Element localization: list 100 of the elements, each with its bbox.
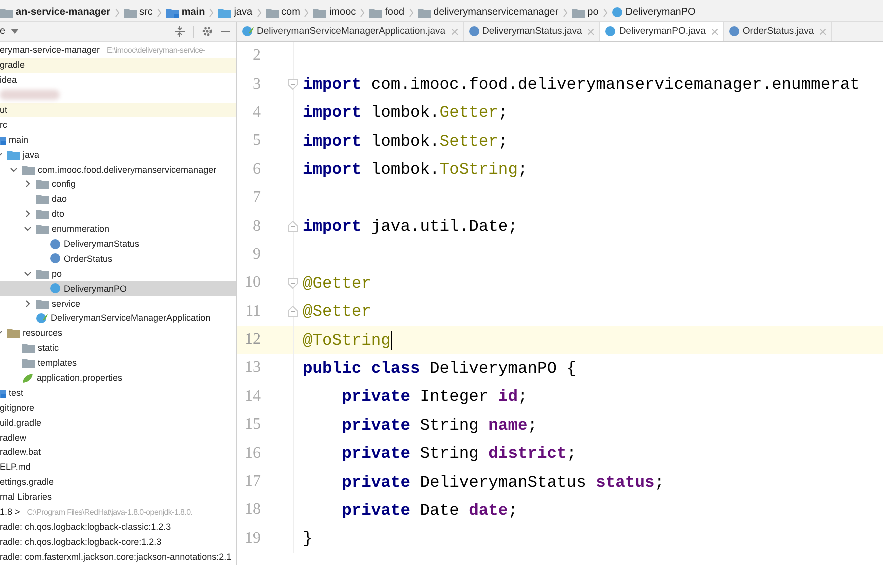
- tree-item[interactable]: 1.8 > C:\Program Files\RedHat\java-1.8.0-openjdk-1.8.0.: [0, 504, 236, 520]
- line-number: 14: [244, 388, 261, 406]
- class-icon: [50, 283, 61, 294]
- tree-item[interactable]: po: [0, 266, 236, 282]
- fold-marker-icon[interactable]: [288, 306, 298, 318]
- tree-item-label: com.imooc.food.deliverymanservicemanager: [38, 164, 217, 175]
- tree-item-label: application.properties: [37, 373, 123, 384]
- tree-item[interactable]: config: [0, 177, 236, 192]
- line-number: 11: [244, 302, 261, 321]
- folder-icon: [22, 358, 35, 368]
- tree-item[interactable]: uild.gradle: [0, 415, 236, 430]
- code-line: @Setter: [303, 302, 372, 322]
- class-icon: [612, 7, 623, 18]
- tree-item[interactable]: radle: ch.qos.logback:logback-core:1.2.3: [0, 534, 236, 550]
- collapse-icon[interactable]: [175, 26, 185, 37]
- tree-item[interactable]: com.imooc.food.deliverymanservicemanager: [0, 162, 236, 178]
- tree-item[interactable]: radle: ch.qos.logback:logback-classic:1.2.3: [0, 520, 236, 534]
- tree-item[interactable]: main: [0, 132, 236, 148]
- settings-icon[interactable]: [202, 26, 213, 37]
- tree-item-label: dto: [52, 209, 65, 220]
- tree-item[interactable]: rc: [0, 117, 236, 132]
- fold-marker-icon[interactable]: [288, 278, 298, 289]
- tree-item[interactable]: gradle: [0, 58, 236, 73]
- line-number: 4: [252, 104, 261, 122]
- breadcrumb-item[interactable]: java: [234, 7, 253, 18]
- tree-item[interactable]: DeliverymanStatus: [0, 236, 236, 252]
- tree-item[interactable]: static: [0, 340, 236, 356]
- breadcrumb-item[interactable]: po: [588, 7, 599, 18]
- folder-icon: [22, 343, 35, 354]
- line-number: 8: [252, 218, 261, 236]
- breadcrumb-item[interactable]: deliverymanservicemanager: [434, 7, 559, 18]
- line-number: 3: [252, 76, 261, 94]
- folder-icon: [22, 164, 35, 175]
- tree-item-label: dao: [52, 194, 68, 204]
- tree-item[interactable]: dto: [0, 206, 236, 222]
- tree-item[interactable]: service: [0, 296, 236, 312]
- line-number: 5: [252, 132, 261, 150]
- tree-item[interactable]: eryman-service-manager E:\imooc\deliveryman-service-: [0, 43, 236, 58]
- line-number: 16: [244, 444, 261, 463]
- tree-item[interactable]: templates: [0, 356, 236, 371]
- breadcrumb-item[interactable]: com: [282, 7, 300, 18]
- minimize-icon[interactable]: [221, 30, 230, 33]
- tree-item[interactable]: java: [0, 147, 236, 162]
- chevron-icon: [304, 8, 310, 18]
- editor-tab[interactable]: DeliverymanPO.java: [600, 22, 724, 41]
- tree-item[interactable]: idea: [0, 72, 236, 88]
- tree-item[interactable]: application.properties: [0, 370, 236, 386]
- breadcrumb-item[interactable]: an-service-manager: [16, 7, 110, 18]
- caret-icon[interactable]: [10, 28, 19, 34]
- tree-item[interactable]: ettings.gradle: [0, 474, 236, 490]
- enum-icon: [50, 253, 61, 264]
- panel-title[interactable]: e: [0, 26, 6, 37]
- tree-item[interactable]: dao: [0, 192, 236, 207]
- tree-item[interactable]: radlew: [0, 430, 236, 446]
- tree-item[interactable]: DeliverymanServiceManagerApplication: [0, 311, 236, 326]
- tree-item-label: OrderStatus: [64, 254, 113, 264]
- breadcrumb-item[interactable]: main: [182, 7, 206, 18]
- code-line: private Integer id;: [341, 387, 528, 406]
- editor-tab[interactable]: OrderStatus.java: [724, 22, 832, 41]
- chevron-icon: [408, 8, 414, 18]
- tree-item-label: enummeration: [52, 224, 110, 234]
- fold-marker-icon[interactable]: [288, 79, 298, 90]
- tree-item-label: ut: [0, 105, 8, 115]
- folder-icon: [7, 328, 20, 338]
- tree-item-label: DeliverymanStatus: [64, 239, 140, 250]
- tree-item[interactable]: ut: [0, 102, 236, 118]
- fold-marker-icon[interactable]: [288, 221, 298, 232]
- breadcrumb-item[interactable]: imooc: [329, 7, 356, 18]
- line-number: 6: [252, 160, 261, 179]
- breadcrumb-item[interactable]: src: [140, 7, 153, 18]
- class-icon: [605, 26, 616, 37]
- folder-icon: [369, 8, 382, 18]
- tree-item[interactable]: ELP.md: [0, 460, 236, 475]
- tree-item[interactable]: enummeration: [0, 222, 236, 237]
- tree-item[interactable]: radlew.bat: [0, 445, 236, 460]
- blurred-area: [0, 90, 60, 100]
- tree-item[interactable]: test: [0, 385, 236, 400]
- chevron-icon: [360, 8, 366, 18]
- tree-item[interactable]: rnal Libraries: [0, 490, 236, 505]
- tree-item-label: radlew: [0, 432, 27, 443]
- tree-item-label: DeliverymanServiceManagerApplication: [51, 313, 211, 324]
- tree-item-label: ettings.gradle: [0, 477, 54, 488]
- line-number: 17: [244, 473, 261, 492]
- tree-item[interactable]: gitignore: [0, 400, 236, 416]
- enum-icon: [468, 26, 480, 37]
- breadcrumb-item[interactable]: DeliverymanPO: [626, 7, 696, 18]
- folder-icon: [36, 224, 49, 234]
- tree-item[interactable]: radle: com.fasterxml.jackson.core:jackson-annotations:2.1: [0, 549, 236, 564]
- editor-tab[interactable]: DeliverymanServiceManagerApplication.java: [237, 22, 464, 41]
- line-number: 15: [244, 416, 261, 434]
- line-number: 13: [244, 359, 261, 378]
- tree-item[interactable]: OrderStatus: [0, 251, 236, 266]
- folder-icon: [572, 8, 585, 18]
- tree-item-label: DeliverymanPO: [64, 284, 128, 294]
- tree-item[interactable]: resources: [0, 326, 236, 341]
- code-line: }: [303, 529, 313, 548]
- tree-item[interactable]: DeliverymanPO: [0, 281, 236, 296]
- breadcrumb-item[interactable]: food: [385, 7, 405, 18]
- folder-icon: [36, 194, 49, 204]
- folder-icon: [36, 209, 49, 220]
